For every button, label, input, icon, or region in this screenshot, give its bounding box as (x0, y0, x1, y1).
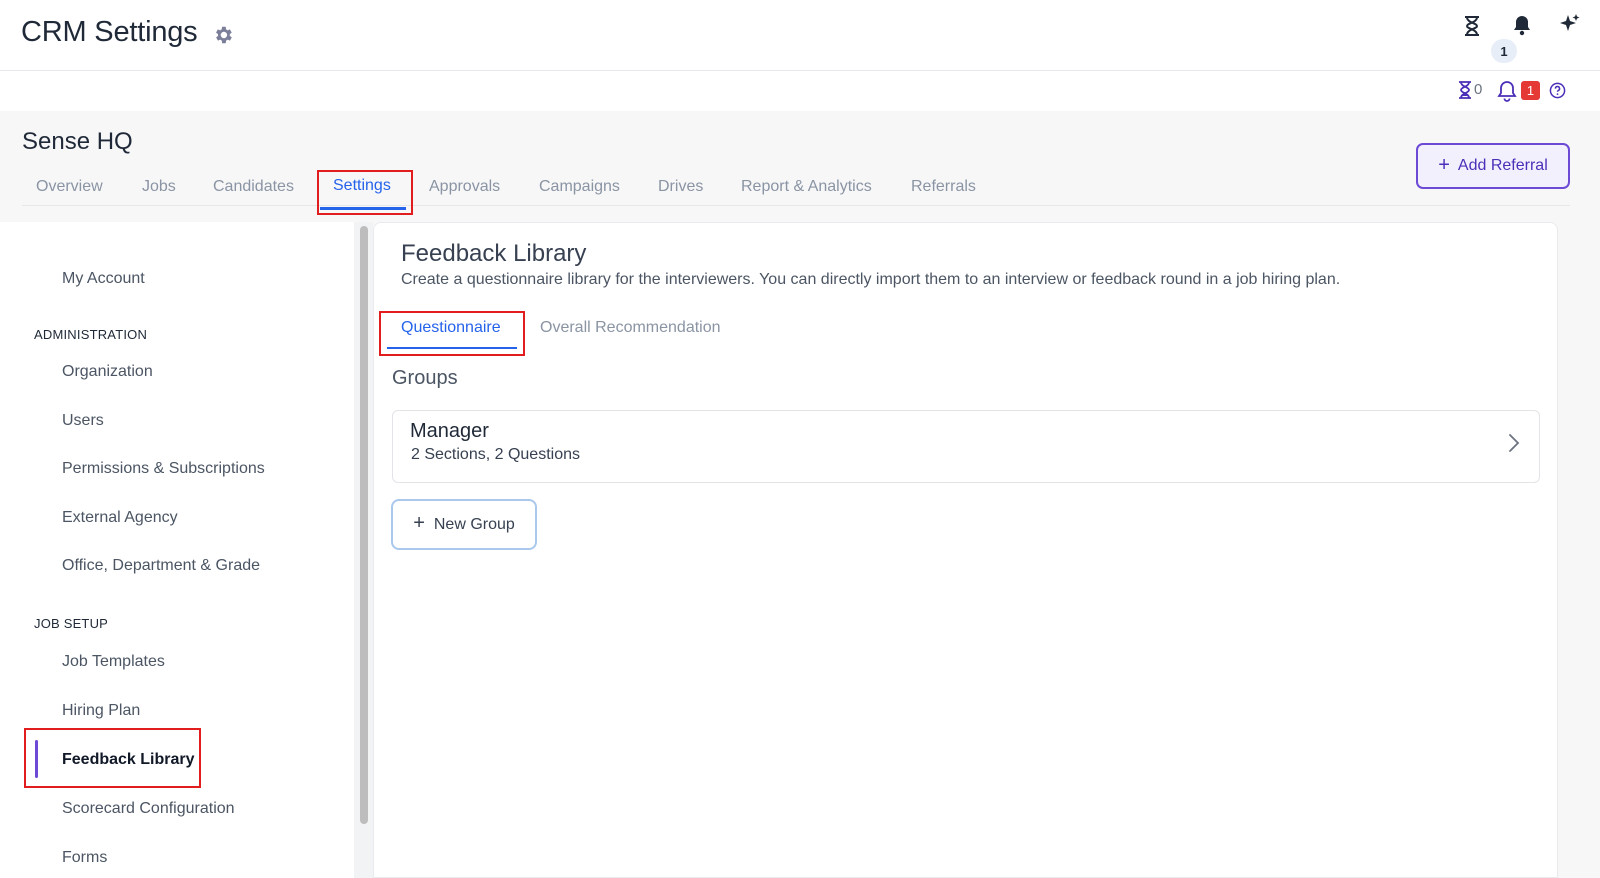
new-group-label: New Group (433, 515, 515, 533)
page-description: Create a questionnaire library for the i… (401, 271, 1341, 288)
tab-drives[interactable]: Drives (658, 178, 703, 196)
sidebar-item-job-templates[interactable]: Job Templates (62, 653, 165, 671)
pending-count: 0 (1474, 81, 1483, 98)
add-referral-button[interactable]: + Add Referral (1416, 143, 1570, 189)
highlight-box-settings-tab (317, 170, 413, 215)
sidebar-item-my-account[interactable]: My Account (62, 270, 145, 288)
tab-referrals[interactable]: Referrals (911, 178, 976, 196)
notification-count-badge: 1 (1491, 39, 1517, 63)
page-title: Feedback Library (401, 240, 587, 267)
tab-jobs[interactable]: Jobs (142, 178, 176, 196)
sidebar-item-scorecard-configuration[interactable]: Scorecard Configuration (62, 800, 235, 818)
new-group-button[interactable]: + New Group (391, 499, 537, 550)
sidebar-item-office-department-grade[interactable]: Office, Department & Grade (62, 557, 260, 575)
bell-icon[interactable] (1496, 80, 1518, 102)
groups-heading: Groups (392, 367, 458, 389)
plus-icon: + (413, 512, 425, 534)
subtab-overall-recommendation[interactable]: Overall Recommendation (540, 319, 721, 337)
sparkle-icon[interactable] (1559, 13, 1581, 35)
tab-report-analytics[interactable]: Report & Analytics (741, 178, 872, 196)
sidebar-item-hiring-plan[interactable]: Hiring Plan (62, 702, 140, 720)
sidebar-item-forms[interactable]: Forms (62, 849, 107, 867)
sidebar-item-organization[interactable]: Organization (62, 363, 153, 381)
sidebar-item-external-agency[interactable]: External Agency (62, 509, 178, 527)
hourglass-icon[interactable] (1462, 15, 1482, 37)
chevron-right-icon[interactable] (1507, 432, 1521, 454)
gear-icon[interactable] (212, 24, 234, 46)
highlight-box-questionnaire (379, 311, 525, 356)
tab-overview[interactable]: Overview (36, 178, 103, 196)
sidebar-item-users[interactable]: Users (62, 412, 104, 430)
add-referral-label: Add Referral (1457, 157, 1548, 174)
sidebar-heading-job-setup: JOB SETUP (34, 616, 109, 631)
tab-candidates[interactable]: Candidates (213, 178, 294, 196)
org-name: Sense HQ (22, 128, 133, 155)
tab-approvals[interactable]: Approvals (429, 178, 500, 196)
nav-tabs: Overview Jobs Candidates Settings Approv… (22, 166, 1570, 206)
top-header: CRM Settings 1 (0, 0, 1600, 71)
hourglass-icon[interactable] (1458, 81, 1472, 99)
sidebar-item-permissions[interactable]: Permissions & Subscriptions (62, 460, 265, 478)
plus-icon: + (1438, 153, 1450, 176)
app-title: CRM Settings (21, 16, 198, 48)
tab-campaigns[interactable]: Campaigns (539, 178, 620, 196)
group-meta: 2 Sections, 2 Questions (411, 446, 580, 463)
group-name: Manager (410, 420, 489, 442)
sidebar-scrollbar-thumb[interactable] (360, 226, 368, 824)
status-strip (0, 71, 1600, 111)
bell-icon[interactable] (1512, 14, 1532, 36)
highlight-box-feedback-library (24, 728, 201, 788)
alert-badge: 1 (1521, 81, 1540, 100)
sidebar-heading-administration: ADMINISTRATION (34, 327, 148, 342)
help-icon[interactable] (1549, 82, 1566, 99)
